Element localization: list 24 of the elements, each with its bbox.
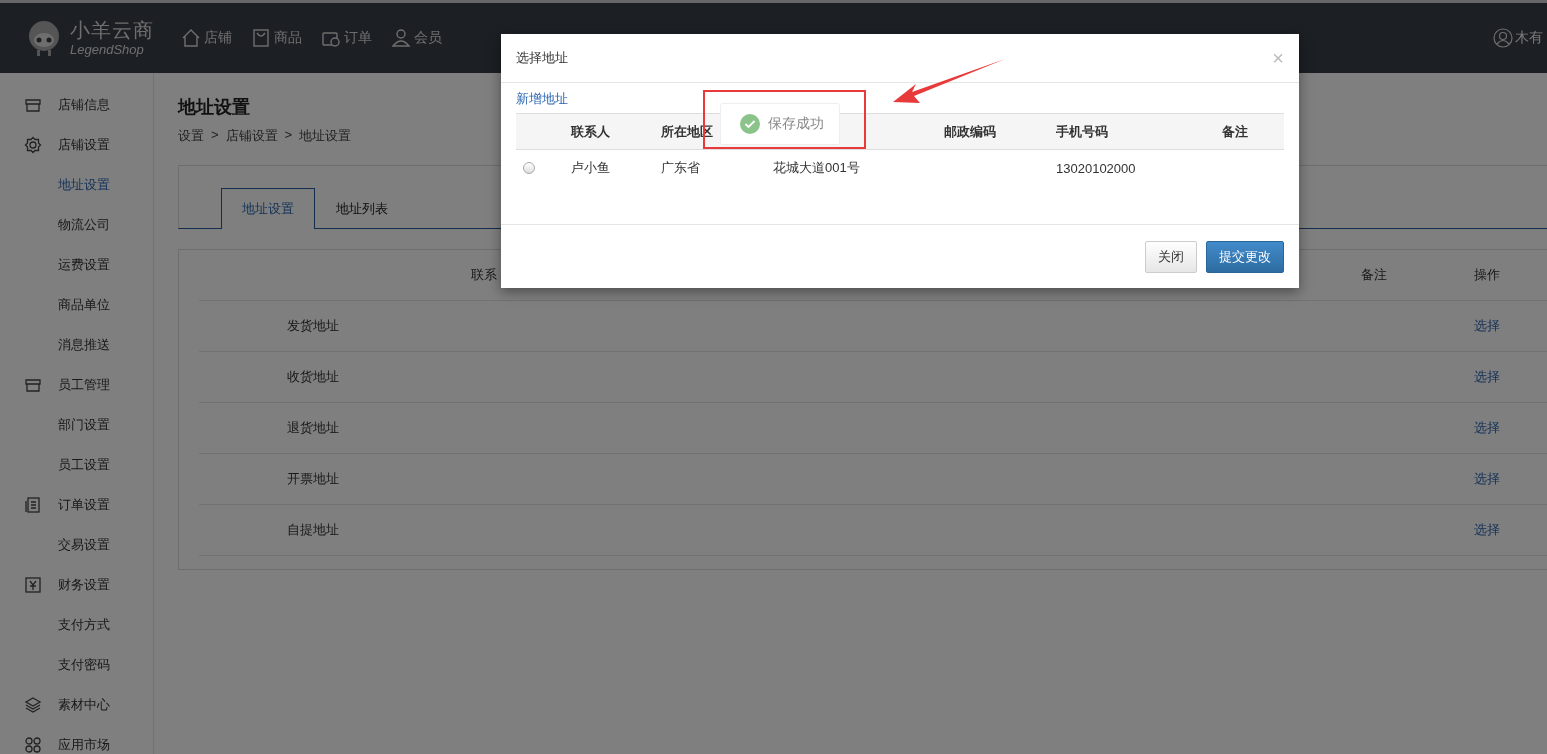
column-header: 联系 bbox=[471, 266, 498, 284]
logo-subtitle: LegendShop bbox=[70, 42, 145, 58]
table-cell: 广东省 bbox=[661, 159, 700, 177]
column-header: 手机号码 bbox=[1056, 122, 1108, 141]
column-header: 备注 bbox=[1222, 122, 1248, 141]
table-cell: 13020102000 bbox=[1056, 160, 1136, 176]
breadcrumb-separator: > bbox=[211, 127, 219, 144]
column-header: 邮政编码 bbox=[944, 122, 996, 141]
toast-message: 保存成功 bbox=[768, 115, 824, 133]
address-type: 退货地址 bbox=[287, 419, 340, 437]
address-type: 收货地址 bbox=[287, 368, 340, 386]
table-cell: 花城大道001号 bbox=[773, 159, 860, 177]
address-type: 发货地址 bbox=[287, 317, 340, 335]
table-cell: 卢小鱼 bbox=[571, 159, 610, 177]
breadcrumb-item: 地址设置 bbox=[299, 127, 352, 145]
logo-name: 小羊云商 bbox=[70, 18, 154, 42]
column-header: 联系人 bbox=[571, 122, 610, 141]
address-type: 自提地址 bbox=[287, 521, 340, 539]
page-title: 地址设置 bbox=[178, 96, 250, 119]
address-type: 开票地址 bbox=[287, 470, 340, 488]
dialog-title: 选择地址 bbox=[516, 49, 568, 67]
breadcrumb-separator: > bbox=[284, 127, 293, 144]
column-header: 操作 bbox=[1474, 266, 1501, 284]
column-header: 备注 bbox=[1361, 266, 1388, 284]
